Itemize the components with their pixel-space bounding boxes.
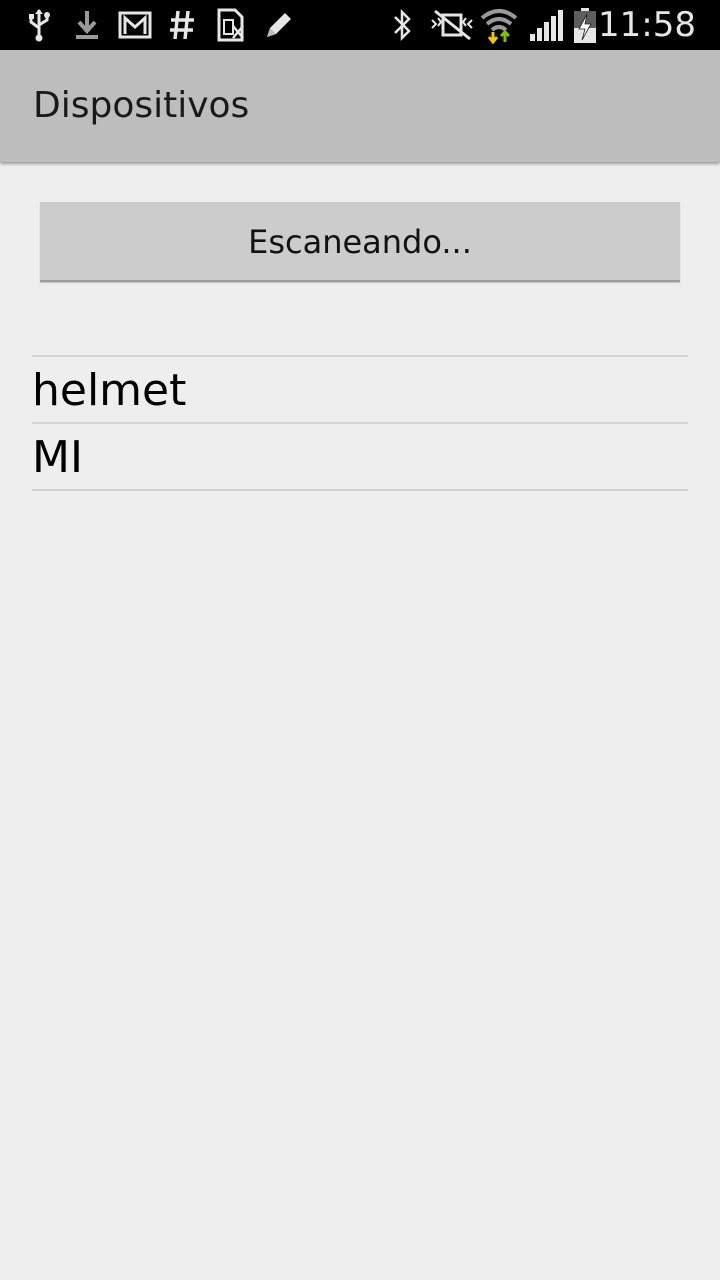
gmail-icon [118,8,152,42]
list-item-mi[interactable]: MI [32,424,688,491]
download-icon [74,8,100,42]
sim-icon [216,8,246,42]
pencil-icon [262,8,296,42]
list-item-helmet[interactable]: helmet [32,357,688,424]
bluetooth-icon [390,8,414,42]
scan-button[interactable]: Escaneando... [40,202,680,282]
action-bar: Dispositivos [0,50,720,162]
usb-icon [26,8,52,42]
wifi-icon [480,8,518,44]
signal-icon [528,8,566,42]
battery-charging-icon [572,8,598,43]
hashtag-icon [168,8,196,42]
page-title: Dispositivos [33,85,250,126]
vibrate-mute-icon [430,8,474,42]
status-bar: 11:58 [0,0,720,50]
device-list: helmet MI [32,355,688,491]
clock: 11:58 [598,5,696,45]
